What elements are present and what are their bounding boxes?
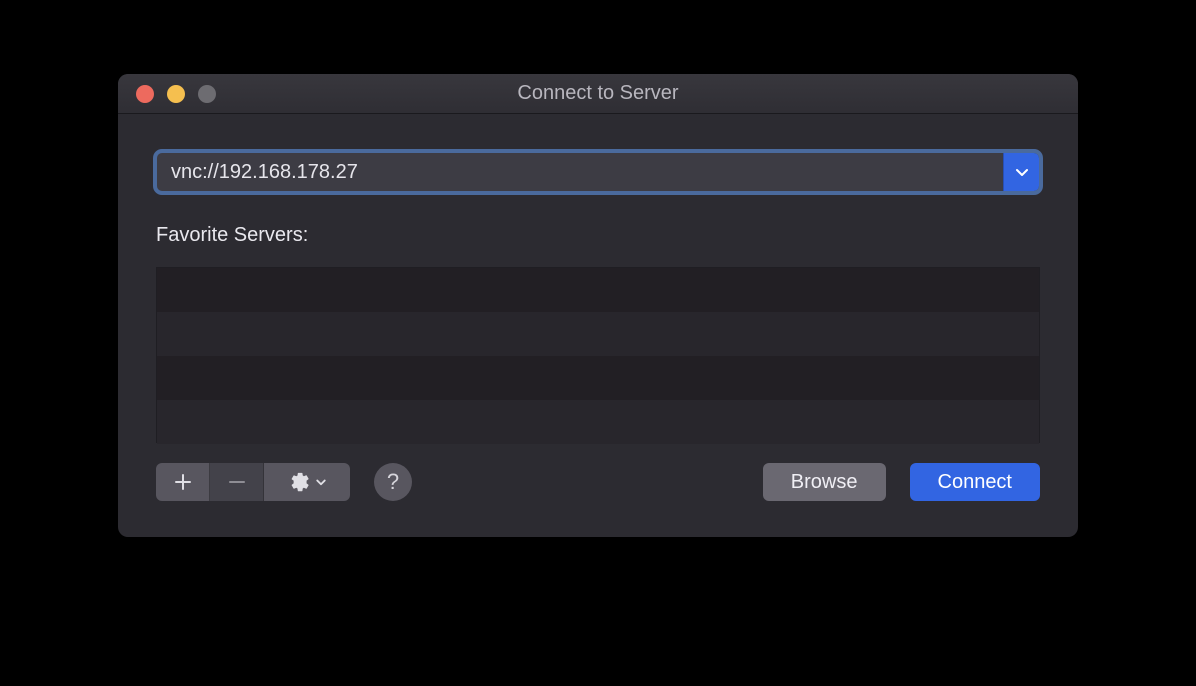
connect-button[interactable]: Connect (910, 463, 1041, 501)
server-address-combobox[interactable] (156, 152, 1040, 192)
toolbar: ? Browse Connect (156, 463, 1040, 501)
favorites-action-menu-button[interactable] (264, 463, 350, 501)
favorites-label: Favorite Servers: (156, 224, 1040, 247)
gear-icon (287, 471, 309, 493)
window-content: Favorite Servers: (118, 114, 1078, 537)
list-row (157, 400, 1039, 444)
titlebar: Connect to Server (118, 74, 1078, 114)
zoom-window-button[interactable] (198, 85, 216, 103)
close-window-button[interactable] (136, 85, 154, 103)
connect-to-server-window: Connect to Server Favorite Servers: (118, 74, 1078, 537)
favorites-actions-group (156, 463, 350, 501)
add-favorite-button[interactable] (156, 463, 210, 501)
list-row (157, 312, 1039, 356)
favorites-list[interactable] (156, 267, 1040, 443)
minimize-window-button[interactable] (167, 85, 185, 103)
window-title: Connect to Server (118, 82, 1078, 105)
remove-favorite-button[interactable] (210, 463, 264, 501)
help-button[interactable]: ? (374, 463, 412, 501)
browse-button[interactable]: Browse (763, 463, 886, 501)
plus-icon (173, 472, 193, 492)
minus-icon (227, 472, 247, 492)
chevron-down-icon (315, 476, 327, 488)
address-history-dropdown-button[interactable] (1003, 153, 1039, 191)
list-row (157, 268, 1039, 312)
server-address-input[interactable] (157, 153, 1003, 191)
list-row (157, 356, 1039, 400)
help-icon: ? (387, 469, 399, 495)
chevron-down-icon (1014, 164, 1030, 180)
window-controls (118, 85, 216, 103)
